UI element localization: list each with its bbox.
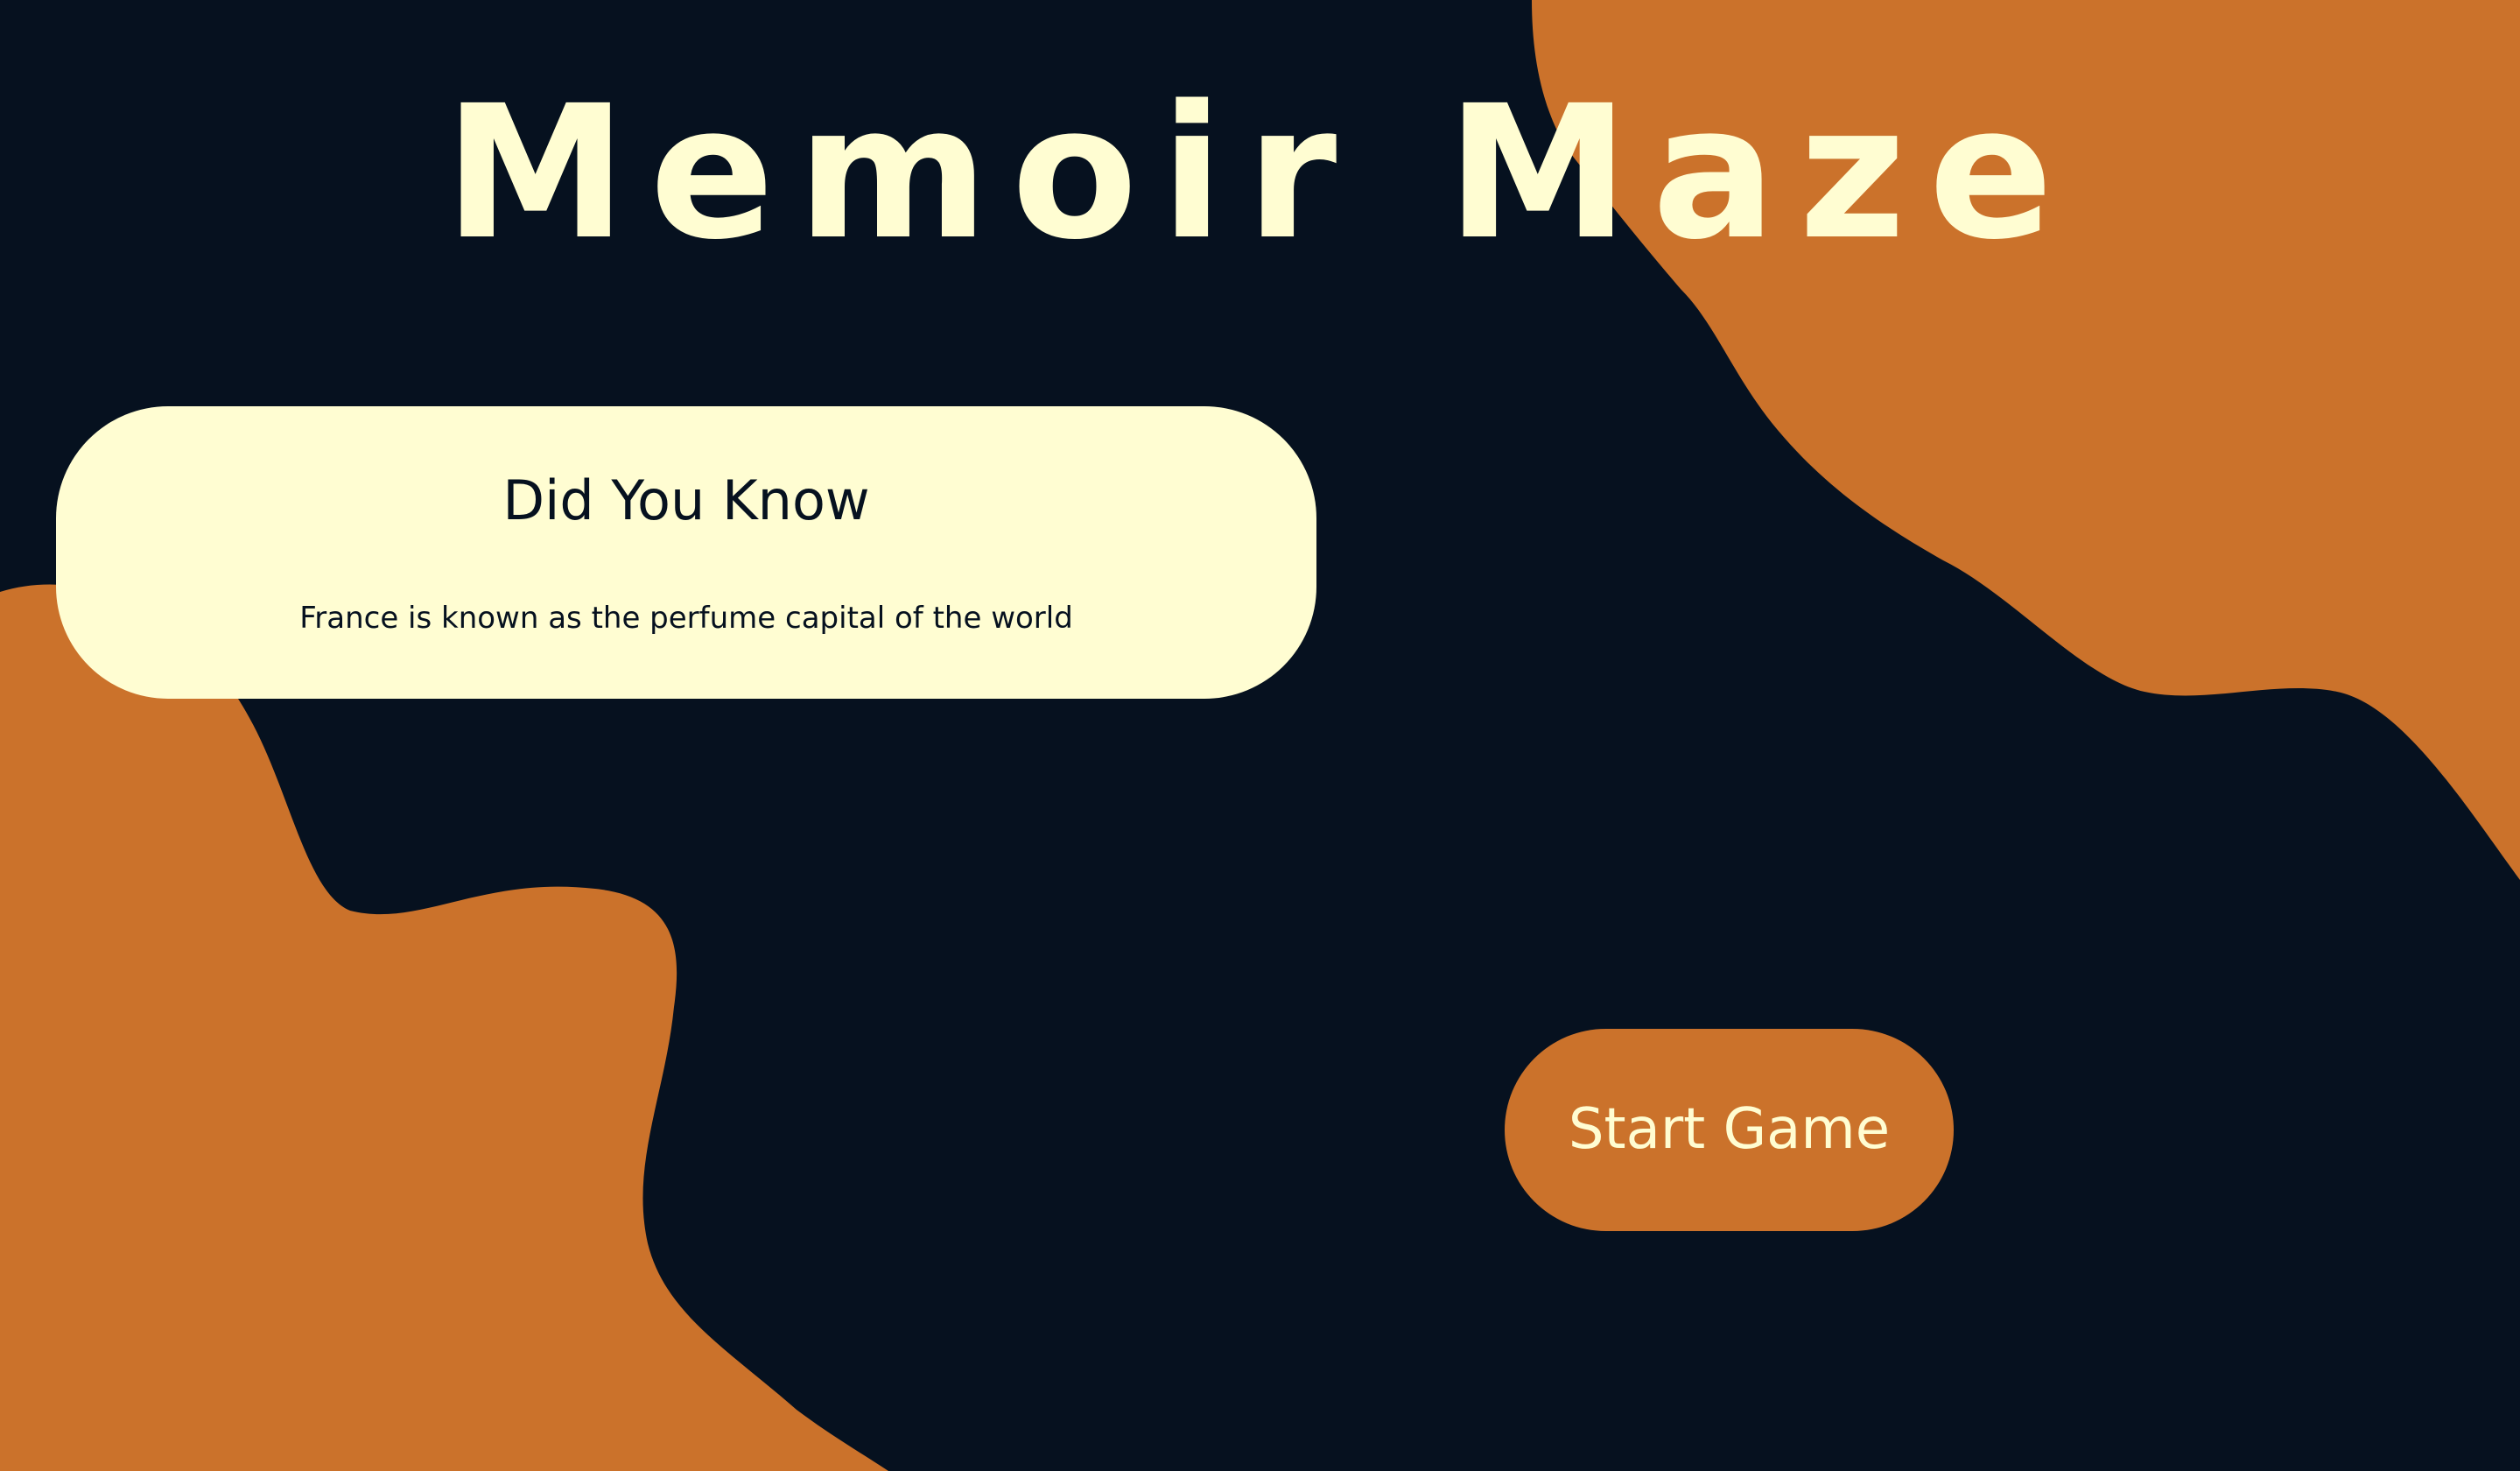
fact-text: France is known as the perfume capital o… [299,601,1073,636]
game-title: Memoir Maze [444,66,2076,280]
did-you-know-card: Did You Know France is known as the perf… [56,406,1316,699]
game-screen: Memoir Maze Did You Know France is known… [0,0,2520,1471]
bottom-left-blob [0,584,888,1471]
fact-heading: Did You Know [502,468,870,532]
start-game-button[interactable]: Start Game [1505,1029,1954,1231]
